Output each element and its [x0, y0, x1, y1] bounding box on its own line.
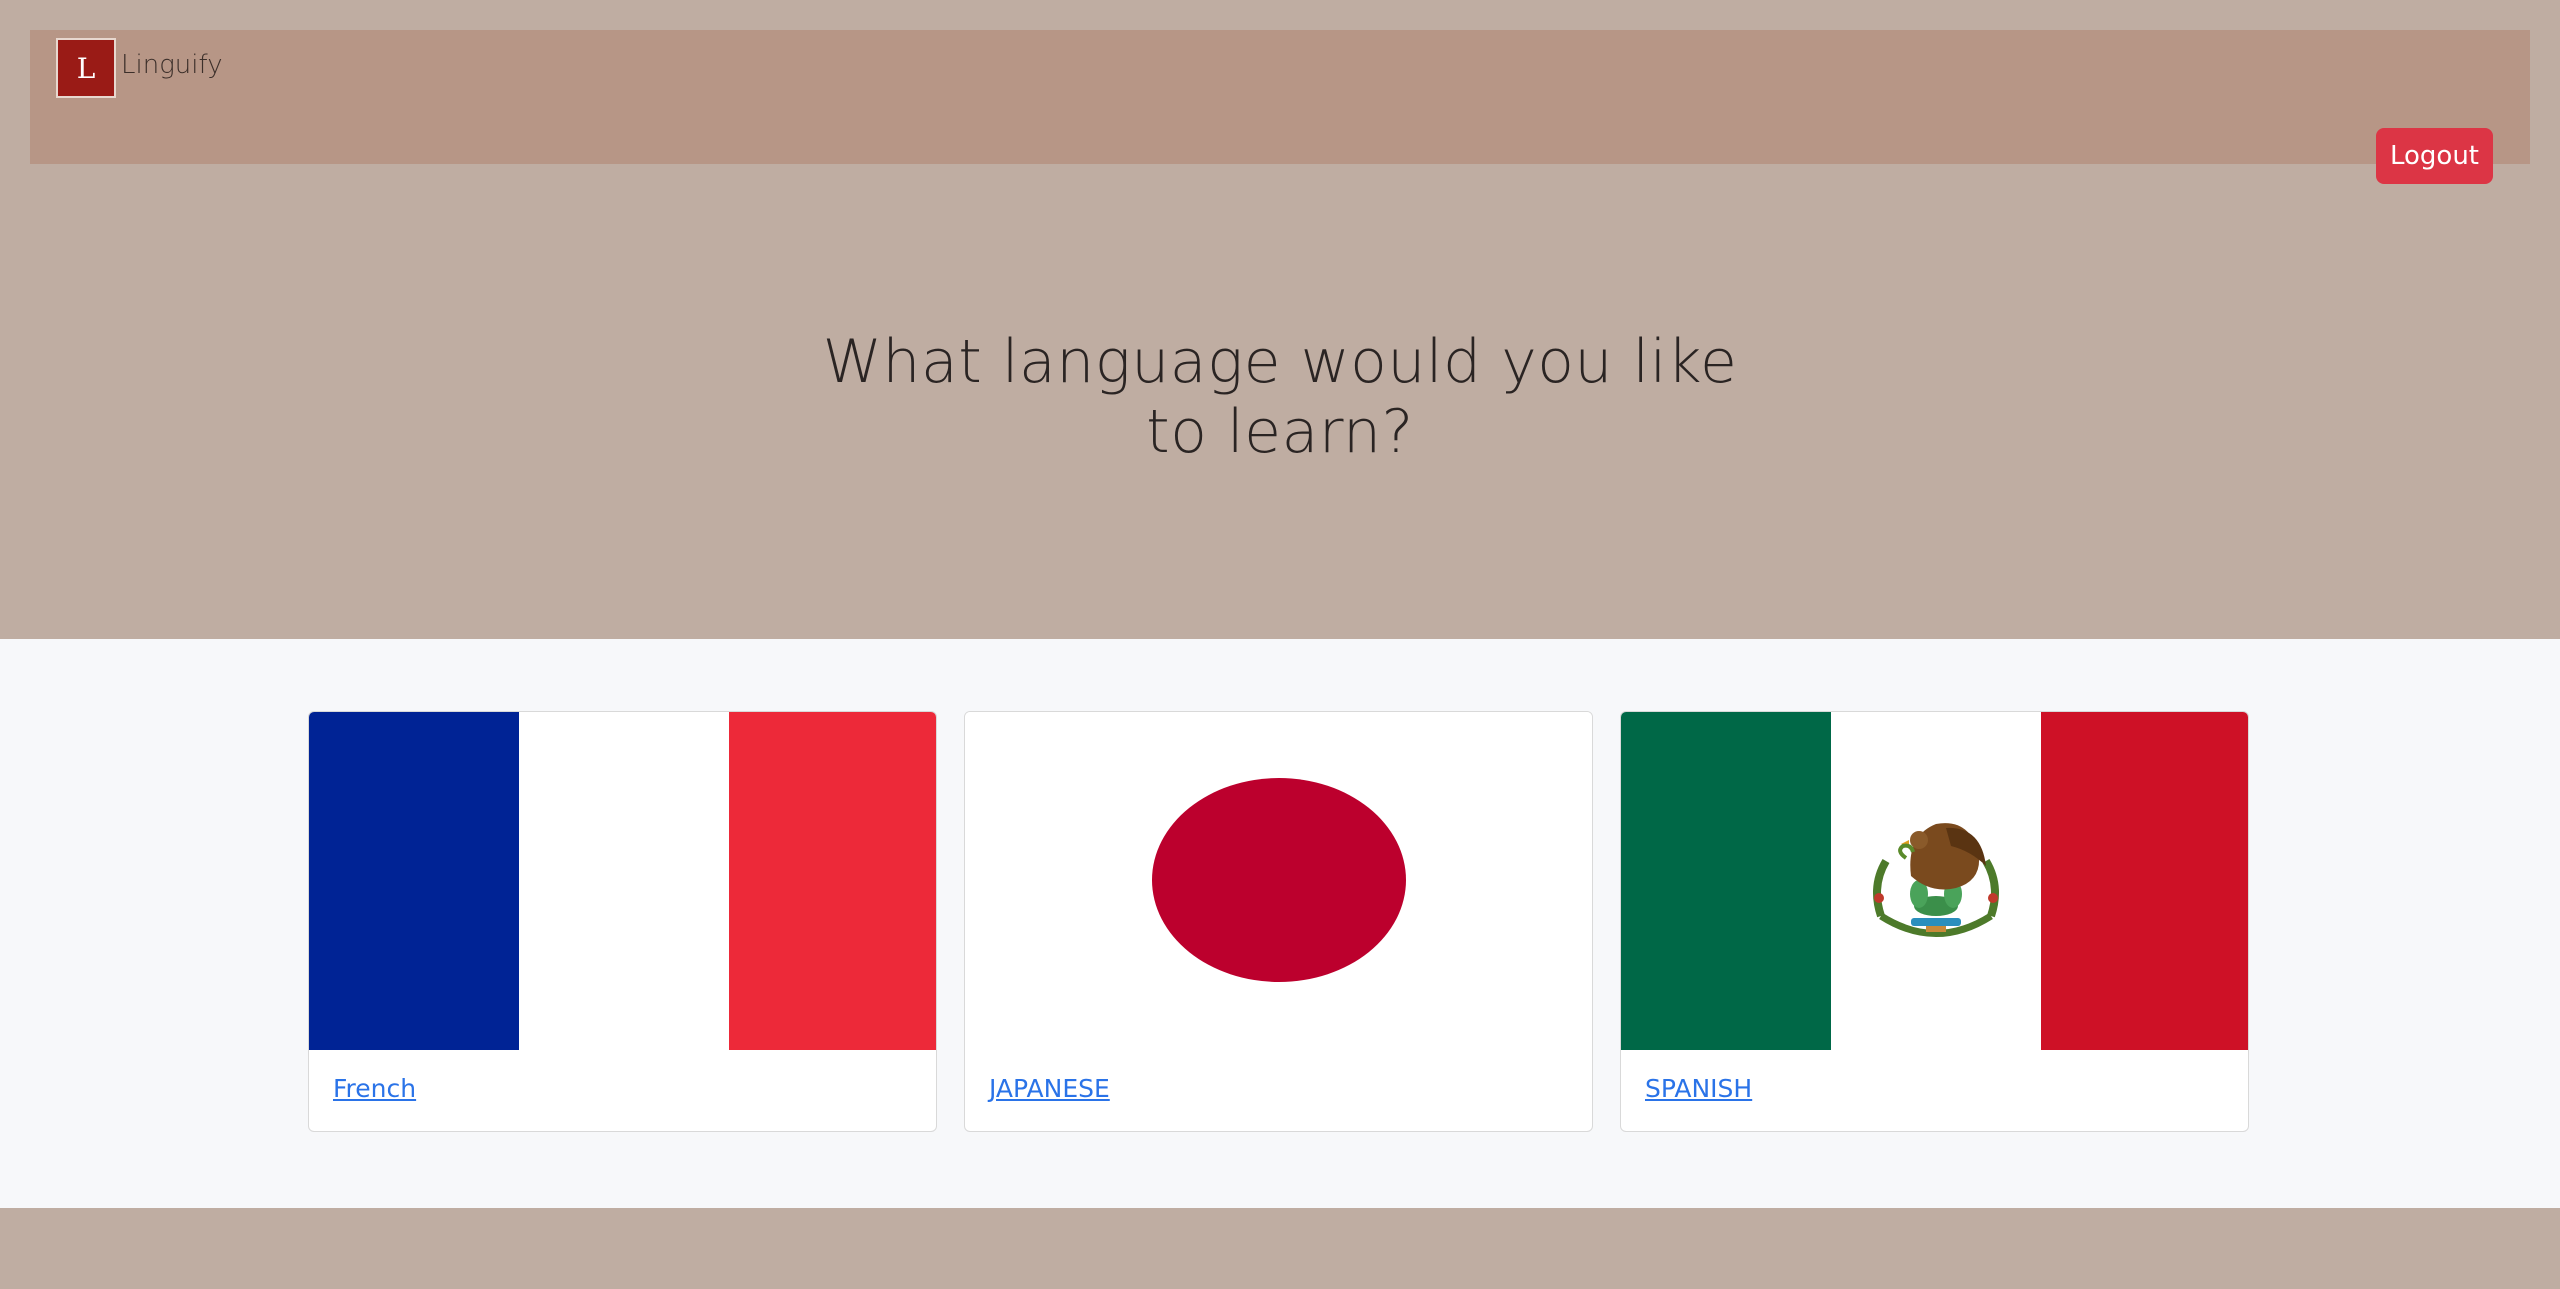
france-flag-white-stripe [519, 712, 729, 1050]
france-flag-red-stripe [729, 712, 936, 1050]
language-cards-section: French JAPANESE SPANISH [0, 639, 2560, 1208]
language-link-french[interactable]: French [333, 1074, 416, 1103]
language-link-spanish[interactable]: SPANISH [1645, 1074, 1752, 1103]
france-flag[interactable] [309, 712, 936, 1050]
top-navbar [30, 30, 2530, 164]
page-title: What language would you like to learn? [822, 326, 1738, 467]
language-link-japanese[interactable]: JAPANESE [989, 1074, 1110, 1103]
brand-logo[interactable]: L [56, 38, 116, 98]
france-flag-blue-stripe [309, 712, 519, 1050]
mexico-flag-red-stripe [2041, 712, 2248, 1050]
page-footer-band [0, 1208, 2560, 1289]
hero-section: What language would you like to learn? [0, 164, 2560, 639]
language-card-french[interactable]: French [308, 711, 937, 1132]
japan-flag-red-circle [1152, 778, 1406, 982]
mexico-flag-green-stripe [1621, 712, 1831, 1050]
brand-name[interactable]: Linguify [121, 50, 223, 80]
japan-flag[interactable] [965, 712, 1592, 1050]
mexico-coat-of-arms-icon [1873, 823, 1999, 937]
language-card-spanish[interactable]: SPANISH [1620, 711, 2249, 1132]
language-card-japanese[interactable]: JAPANESE [964, 711, 1593, 1132]
mexico-flag[interactable] [1621, 712, 2248, 1050]
